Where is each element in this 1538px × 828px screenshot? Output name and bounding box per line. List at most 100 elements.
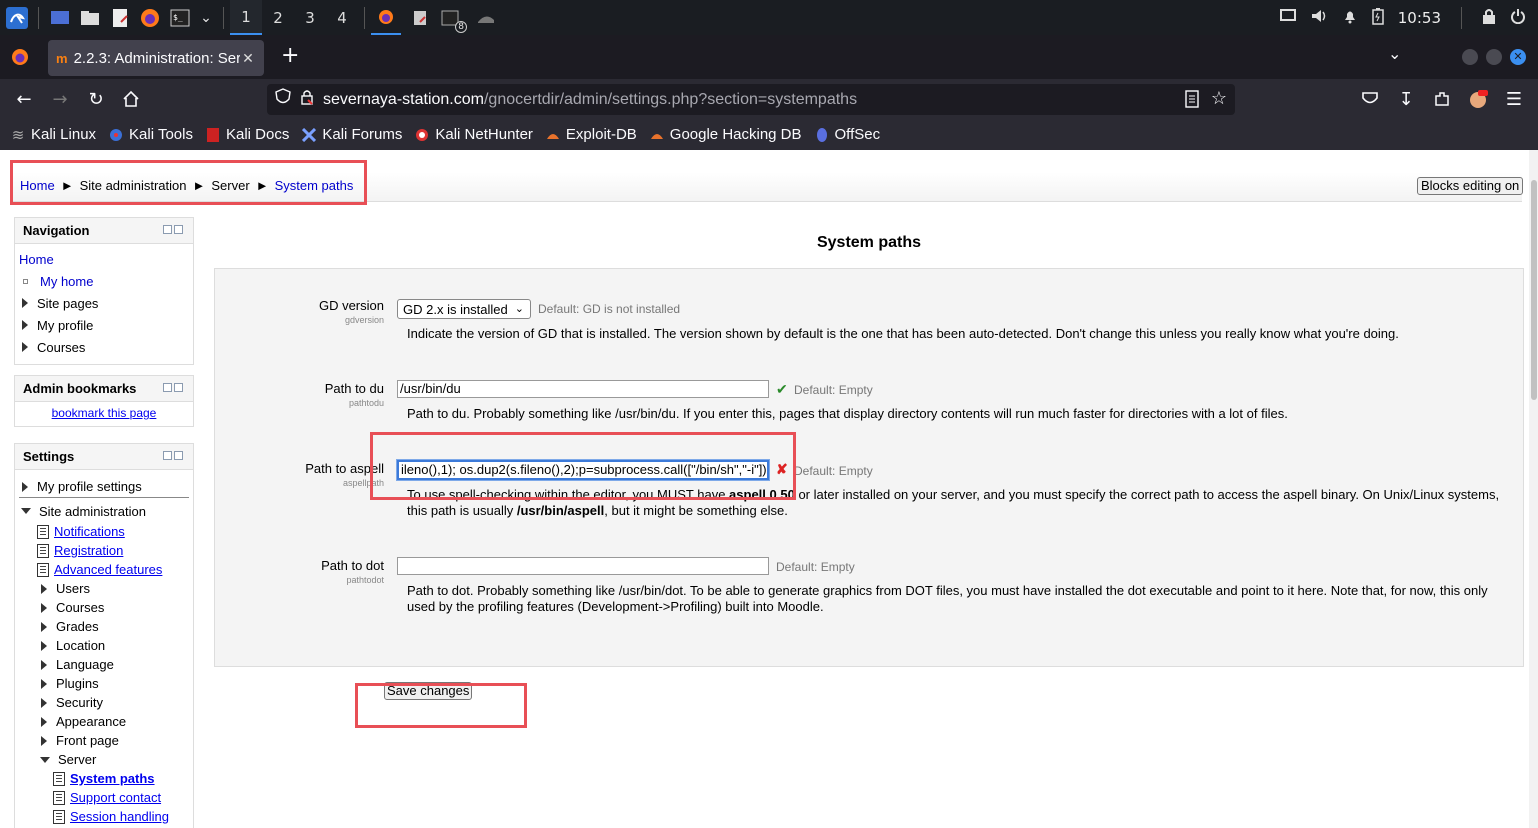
blocks-editing-button[interactable]: Blocks editing on — [1417, 177, 1524, 195]
desktop-icon[interactable] — [49, 7, 71, 29]
workspace-3[interactable]: 3 — [294, 0, 326, 35]
kali-dragon-icon: ≋ — [11, 126, 25, 144]
settings-plugins[interactable]: Plugins — [37, 674, 189, 693]
text-editor-icon[interactable] — [109, 7, 131, 29]
settings-notifications-link[interactable]: Notifications — [54, 524, 125, 539]
collapse-icon[interactable] — [163, 383, 172, 392]
shield-icon[interactable] — [275, 88, 291, 111]
bookmark-kali-nethunter[interactable]: Kali NetHunter — [414, 126, 533, 143]
nav-my-home-link[interactable]: My home — [40, 274, 93, 289]
lock-icon[interactable] — [1482, 8, 1496, 28]
bookmark-kali-forums[interactable]: Kali Forums — [301, 126, 402, 143]
volume-icon[interactable] — [1310, 8, 1328, 28]
dock-icon[interactable] — [174, 383, 183, 392]
settings-session-handling-link[interactable]: Session handling — [70, 809, 169, 824]
home-icon[interactable] — [119, 87, 143, 111]
page-scrollbar[interactable] — [1529, 150, 1538, 828]
save-changes-button[interactable]: Save changes — [384, 682, 473, 700]
hamburger-menu-icon[interactable]: ☰ — [1502, 87, 1526, 111]
settings-advanced-features-link[interactable]: Advanced features — [54, 562, 162, 577]
settings-grades[interactable]: Grades — [37, 617, 189, 636]
gdversion-default: Default: GD is not installed — [538, 302, 681, 316]
lock-icon[interactable] — [301, 89, 313, 110]
breadcrumb-system-paths[interactable]: System paths — [275, 178, 354, 193]
workspace-1[interactable]: 1 — [230, 0, 262, 35]
bookmark-star-icon[interactable]: ☆ — [1211, 88, 1227, 109]
settings-support-contact-link[interactable]: Support contact — [70, 790, 161, 805]
chevron-down-icon: ⌄ — [514, 303, 524, 315]
settings-security[interactable]: Security — [37, 693, 189, 712]
bookmark-this-page-link[interactable]: bookmark this page — [52, 406, 157, 420]
settings-registration-link[interactable]: Registration — [54, 543, 123, 558]
bookmark-kali-linux[interactable]: ≋ Kali Linux — [10, 126, 96, 144]
settings-language[interactable]: Language — [37, 655, 189, 674]
workspace-2[interactable]: 2 — [262, 0, 294, 35]
collapse-icon[interactable] — [163, 225, 172, 234]
nav-home-link[interactable]: Home — [19, 252, 54, 267]
bookmark-kali-docs[interactable]: Kali Docs — [205, 126, 289, 143]
document-icon — [53, 809, 65, 824]
breadcrumb-home[interactable]: Home — [20, 178, 55, 193]
downloads-icon[interactable]: ↧ — [1394, 87, 1418, 111]
exploit-db-icon — [545, 127, 561, 143]
settings-server[interactable]: Server — [37, 750, 189, 769]
breadcrumb-site-administration[interactable]: Site administration — [80, 178, 187, 193]
new-tab-button[interactable]: + — [281, 43, 299, 68]
power-icon[interactable] — [1510, 8, 1526, 28]
dock-icon[interactable] — [174, 225, 183, 234]
bookmark-exploit-db[interactable]: Exploit-DB — [545, 126, 637, 143]
workspace-4[interactable]: 4 — [326, 0, 358, 35]
terminal-icon[interactable]: $_ — [169, 7, 191, 29]
scrollbar-thumb[interactable] — [1531, 180, 1537, 400]
settings-system-paths-link[interactable]: System paths — [70, 771, 155, 786]
reader-view-icon[interactable] — [1185, 90, 1199, 113]
bookmark-offsec[interactable]: OffSec — [814, 126, 880, 143]
settings-my-profile-settings[interactable]: My profile settings — [19, 476, 189, 498]
url-bar[interactable]: severnaya-station.com/gnocertdir/admin/s… — [267, 84, 1235, 115]
settings-location[interactable]: Location — [37, 636, 189, 655]
dock-icon[interactable] — [174, 451, 183, 460]
firefox-icon[interactable] — [139, 7, 161, 29]
kali-menu-icon[interactable] — [6, 6, 28, 29]
pathtodot-input[interactable] — [397, 557, 769, 575]
app-window-icon[interactable] — [475, 7, 497, 29]
display-icon[interactable] — [1279, 8, 1296, 27]
chevron-down-icon[interactable]: ⌄ — [199, 7, 213, 29]
nav-site-pages[interactable]: Site pages — [19, 292, 189, 314]
nav-courses[interactable]: Courses — [19, 336, 189, 358]
extensions-icon[interactable] — [1430, 87, 1454, 111]
nav-my-profile[interactable]: My profile — [19, 314, 189, 336]
maximize-window-button[interactable] — [1486, 49, 1502, 65]
bookmark-kali-tools[interactable]: Kali Tools — [108, 126, 193, 143]
terminal-window-icon[interactable]: 8 — [439, 7, 467, 33]
minimize-window-button[interactable] — [1462, 49, 1478, 65]
account-icon[interactable] — [1466, 87, 1490, 111]
firefox-window-icon[interactable] — [371, 0, 401, 35]
document-window-icon[interactable] — [409, 7, 431, 29]
firefox-view-icon[interactable] — [11, 48, 29, 70]
files-icon[interactable] — [79, 7, 101, 29]
list-all-tabs-icon[interactable]: ⌄ — [1388, 44, 1401, 63]
settings-courses[interactable]: Courses — [37, 598, 189, 617]
breadcrumb-separator: ► — [60, 178, 74, 193]
settings-site-administration[interactable]: Site administration — [19, 500, 189, 522]
forward-button[interactable]: → — [48, 87, 72, 111]
breadcrumb-server[interactable]: Server — [211, 178, 249, 193]
clock[interactable]: 10:53 — [1398, 9, 1441, 27]
document-icon — [53, 771, 65, 786]
bookmark-google-hacking-db[interactable]: Google Hacking DB — [649, 126, 802, 143]
pocket-icon[interactable] — [1358, 87, 1382, 111]
bell-icon[interactable] — [1342, 8, 1358, 28]
back-button[interactable]: ← — [12, 87, 36, 111]
settings-users[interactable]: Users — [37, 579, 189, 598]
aspellpath-input[interactable]: ileno(),1); os.dup2(s.fileno(),2);p=subp… — [396, 459, 770, 481]
reload-button[interactable]: ↻ — [84, 87, 108, 111]
browser-tab-active[interactable]: m 2.2.3: Administration: Ser ✕ — [48, 40, 264, 76]
close-window-button[interactable]: ✕ — [1510, 49, 1526, 65]
settings-appearance[interactable]: Appearance — [37, 712, 189, 731]
pathtodu-input[interactable]: /usr/bin/du — [397, 380, 769, 398]
settings-front-page[interactable]: Front page — [37, 731, 189, 750]
collapse-icon[interactable] — [163, 451, 172, 460]
tab-close-icon[interactable]: ✕ — [240, 50, 256, 67]
gdversion-select[interactable]: GD 2.x is installed ⌄ — [397, 299, 531, 319]
